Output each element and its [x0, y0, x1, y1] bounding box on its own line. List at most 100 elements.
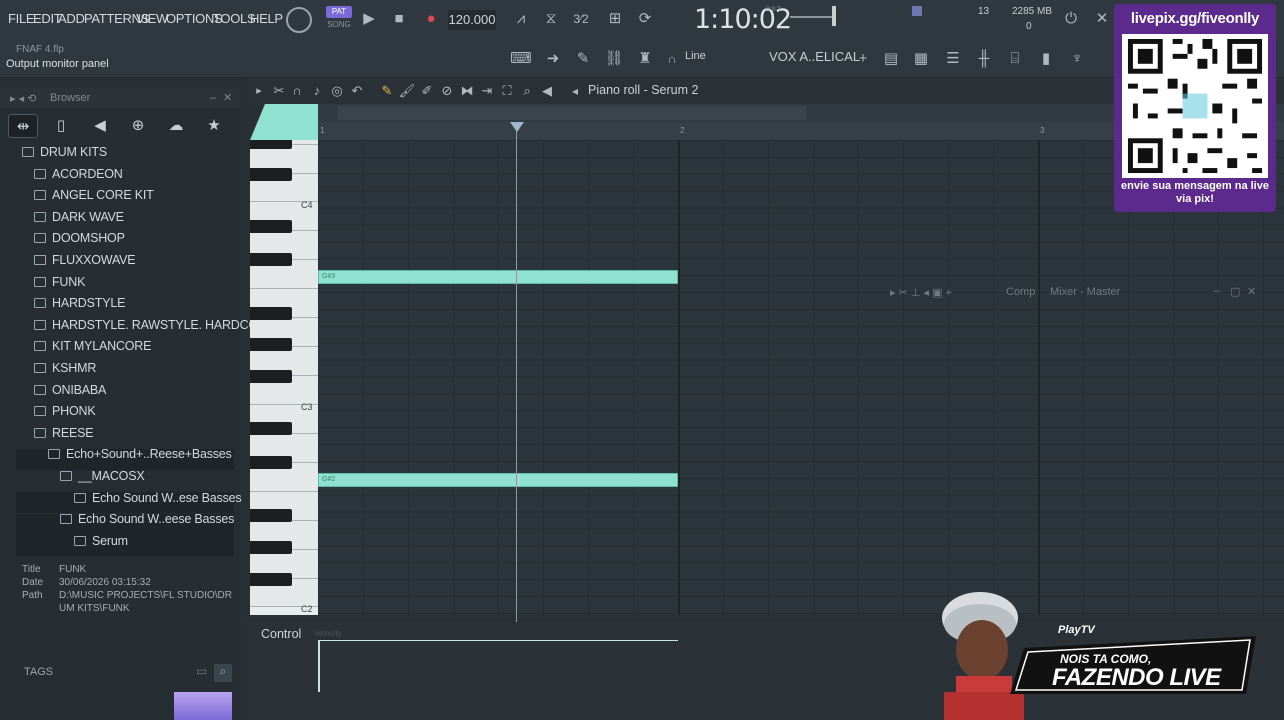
browser-tree-item[interactable]: DRUM KITS [22, 142, 107, 163]
control-label[interactable]: Control [261, 627, 301, 641]
black-key[interactable] [250, 422, 292, 436]
patterns-icon[interactable]: ⌸ [1004, 48, 1026, 70]
power-icon[interactable]: ⏻ [1060, 8, 1082, 30]
menu-file[interactable]: FILE [8, 11, 35, 26]
play-icon[interactable]: ▶ [358, 8, 380, 30]
stop-icon[interactable]: ■ [388, 8, 410, 30]
arrow-right-icon[interactable]: ➜ [542, 48, 564, 70]
black-key[interactable] [250, 167, 292, 181]
control-target-label[interactable]: Velocity [314, 629, 342, 638]
magnet-snap-icon[interactable]: ∩ [286, 80, 308, 102]
arrow-icon[interactable]: ▸ ◂ ⟲ [10, 92, 36, 105]
playback-icon[interactable]: ◀ [536, 80, 558, 102]
velocity-lane[interactable] [318, 640, 678, 692]
browser-tree-item[interactable]: KSHMR [34, 358, 96, 379]
browser-tree-item[interactable]: __MACOSX [60, 466, 145, 487]
browser-tree-item[interactable]: ANGEL CORE KIT [34, 185, 154, 206]
note-icon[interactable]: ♪ [306, 80, 328, 102]
cpu-meter-icon[interactable] [286, 7, 312, 33]
tag-folder-icon[interactable]: ▭ [196, 664, 207, 678]
stamp-icon[interactable]: ♜ [634, 48, 656, 70]
magnet-icon[interactable]: ∩ [661, 48, 683, 70]
search-icon[interactable]: ⌕ [214, 664, 232, 682]
black-key[interactable] [250, 572, 292, 586]
note-g-sharp-2[interactable]: G#2 [318, 473, 678, 487]
step-edit-icon[interactable]: ⊞ [604, 8, 626, 30]
slip-icon[interactable]: ⇥ [476, 80, 498, 102]
cloud-icon[interactable]: ☁ [161, 114, 191, 138]
mixer-icon[interactable]: ╫ [973, 48, 995, 70]
master-pitch-slider[interactable] [832, 6, 836, 26]
all-files-icon[interactable]: ⇹ [8, 114, 38, 138]
mixer-close-icon[interactable]: ✕ [1247, 285, 1256, 298]
playhead-marker[interactable] [510, 122, 524, 132]
countdown-icon[interactable]: 3⁄2 [570, 8, 592, 30]
chevron-left-icon[interactable]: ◂ [564, 80, 586, 102]
browser-tree-item[interactable]: HARDSTYLE. RAWSTYLE. HARDCORE [34, 315, 275, 336]
current-project-icon[interactable]: ▯ [46, 114, 76, 138]
minimize-icon[interactable]: – [210, 92, 216, 104]
plugin-database-icon[interactable]: ◀ [85, 114, 115, 138]
mixer-maximize-icon[interactable]: ▢ [1230, 285, 1240, 298]
black-key[interactable] [250, 338, 292, 352]
browser-tree-item[interactable]: KIT MYLANCORE [34, 336, 151, 357]
tempo-display[interactable]: 120.000 [448, 10, 496, 30]
zoom-icon[interactable]: ⌕ [516, 80, 538, 102]
snap-selector[interactable]: Line [685, 50, 706, 62]
black-key[interactable] [250, 253, 292, 267]
paint-icon[interactable]: 🖌 [396, 80, 418, 102]
link-icon[interactable]: ⛓ [603, 48, 625, 70]
piano-roll-menu-icon[interactable]: ▸ [248, 80, 270, 102]
pencil-icon[interactable]: ✎ [376, 80, 398, 102]
menu-help[interactable]: HELP [250, 11, 283, 26]
menu-tools[interactable]: TOOLS [213, 11, 256, 26]
loop-record-icon[interactable]: ⟳ [634, 8, 656, 30]
browser-tree-item[interactable]: PHONK [34, 401, 96, 422]
mixer-minimize-icon[interactable]: – [1214, 285, 1220, 297]
mini-scroll[interactable] [338, 106, 806, 120]
browser-tree-item[interactable]: ONIBABA [34, 380, 106, 401]
browser-close-icon[interactable]: ✕ [223, 91, 232, 104]
browser-tree-item[interactable]: DOOMSHOP [34, 228, 125, 249]
wait-record-icon[interactable]: ⧖ [540, 8, 562, 30]
draw-icon[interactable]: ✎ [572, 48, 594, 70]
browser-tree-item[interactable]: FUNK [34, 272, 85, 293]
browser-tree-item[interactable]: HARDSTYLE [34, 293, 125, 314]
tags-label[interactable]: TAGS [24, 666, 53, 678]
mute-icon[interactable]: ⧓ [456, 80, 478, 102]
mixer-tools-icon[interactable]: ▸ ✂ ⊥ ◂ ▣ + [890, 286, 952, 299]
typing-keyboard-icon[interactable]: ⌨ [510, 48, 532, 70]
browser-tree-item[interactable]: DARK WAVE [34, 207, 124, 228]
pat-mode-button[interactable]: PAT [326, 6, 352, 18]
brush-icon[interactable]: ✐ [416, 80, 438, 102]
world-icon[interactable]: ⊕ [123, 114, 153, 138]
black-key[interactable] [250, 540, 292, 554]
note-g-sharp-3[interactable]: G#3 [318, 270, 678, 284]
browser-tree-item[interactable]: FLUXXOWAVE [34, 250, 136, 271]
file-icon[interactable]: ▮ [1035, 48, 1057, 70]
select-icon[interactable]: ⛶ [496, 80, 518, 102]
plugin-icon[interactable]: ♆ [1066, 48, 1088, 70]
browser-tree-item[interactable]: Echo Sound W..eese Basses [60, 509, 234, 530]
metronome-icon[interactable]: ⩘ [510, 8, 532, 30]
menu-add[interactable]: ADD [58, 11, 85, 26]
record-icon[interactable]: ● [420, 8, 442, 30]
favorites-star-icon[interactable]: ★ [199, 114, 229, 138]
black-key[interactable] [250, 455, 292, 469]
channel-rack-icon[interactable]: ☰ [942, 48, 964, 70]
undo-icon[interactable]: ↶ [346, 80, 368, 102]
piano-keyboard[interactable]: C4 C3 C2 [250, 140, 318, 615]
delete-icon[interactable]: ⊘ [436, 80, 458, 102]
black-key[interactable] [250, 306, 292, 320]
browser-tree-item[interactable]: Echo Sound W..ese Basses [74, 488, 242, 509]
black-key[interactable] [250, 509, 292, 523]
browser-tree-item[interactable]: ACORDEON [34, 164, 123, 185]
browser-tree-item[interactable]: Echo+Sound+..Reese+Basses [48, 444, 232, 465]
piano-roll-icon[interactable]: ▦ [910, 48, 932, 70]
browser-tree-item[interactable]: Serum [74, 531, 128, 552]
menu-view[interactable]: VIEW [136, 11, 168, 26]
black-key[interactable] [250, 140, 292, 149]
black-key[interactable] [250, 219, 292, 233]
waveform-preview[interactable] [174, 692, 232, 720]
target-icon[interactable]: ◎ [326, 80, 348, 102]
